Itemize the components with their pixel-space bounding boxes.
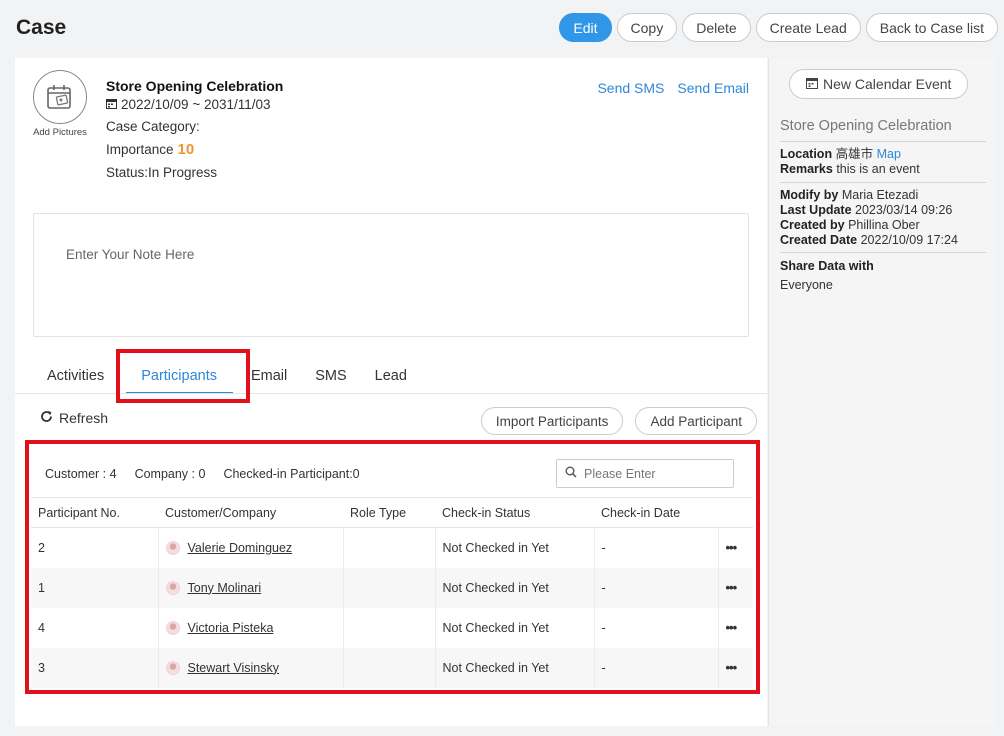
send-email-link[interactable]: Send Email [677, 80, 749, 96]
importance-label: Importance [106, 142, 174, 157]
delete-button[interactable]: Delete [682, 13, 751, 42]
importance: Importance 10 [106, 141, 283, 158]
edit-button[interactable]: Edit [559, 13, 612, 42]
created-date-value: 2022/10/09 17:24 [860, 233, 958, 247]
map-link[interactable]: Map [877, 147, 901, 161]
new-calendar-event-label: New Calendar Event [823, 76, 952, 92]
created-by-value: Phillina Ober [848, 218, 920, 232]
share-label: Share Data with [780, 259, 874, 273]
page-title: Case [16, 16, 67, 39]
add-pictures[interactable]: Add Pictures [33, 70, 87, 139]
record-meta: Modify by Maria Etezadi Last Update 2023… [780, 188, 958, 248]
refresh-label: Refresh [59, 410, 109, 426]
modify-value: Maria Etezadi [841, 188, 919, 202]
location-value: 高雄市 [835, 147, 874, 161]
calendar-icon [806, 76, 818, 92]
share-value: Everyone [780, 278, 833, 292]
case-category: Case Category: [106, 119, 200, 134]
back-to-list-button[interactable]: Back to Case list [865, 13, 998, 42]
copy-button[interactable]: Copy [616, 13, 678, 42]
calendar-photo-icon [33, 70, 87, 124]
refresh-button[interactable]: Refresh [40, 410, 108, 426]
calendar-icon [106, 97, 117, 112]
refresh-icon [40, 410, 53, 426]
modify-label: Modify by [780, 188, 839, 202]
top-actions: Edit Copy Delete Create Lead Back to Cas… [559, 13, 998, 42]
remarks-label: Remarks [780, 162, 833, 176]
note-input[interactable]: Enter Your Note Here [33, 213, 749, 337]
case-dates: 2022/10/09 ~ 2031/11/03 [121, 97, 271, 112]
add-pictures-label: Add Pictures [33, 127, 87, 138]
created-by-label: Created by [780, 218, 845, 232]
case-sidebar: New Calendar Event Store Opening Celebra… [768, 58, 994, 726]
case-info: Store Opening Celebration 2022/10/09 ~ 2… [106, 78, 283, 187]
location-remarks: Location 高雄市 Map Remarks this is an even… [780, 147, 920, 177]
update-value: 2023/03/14 09:26 [855, 203, 953, 217]
participant-actions: Import Participants Add Participant [480, 407, 757, 435]
new-calendar-event-button[interactable]: New Calendar Event [789, 69, 969, 99]
share-data: Share Data with Everyone [780, 259, 874, 293]
sidebar-case-title: Store Opening Celebration [780, 118, 952, 134]
add-participant-button[interactable]: Add Participant [635, 407, 757, 435]
case-name: Store Opening Celebration [106, 78, 284, 94]
divider [780, 182, 986, 183]
update-label: Last Update [780, 203, 852, 217]
create-lead-button[interactable]: Create Lead [755, 13, 861, 42]
table-highlight-box [25, 440, 760, 694]
created-date-label: Created Date [780, 233, 858, 247]
tab-activities[interactable]: Activities [33, 354, 118, 394]
tab-lead[interactable]: Lead [361, 354, 421, 394]
tab-highlight-box [116, 349, 250, 403]
divider [780, 141, 986, 142]
send-sms-link[interactable]: Send SMS [597, 80, 664, 96]
divider [780, 252, 986, 253]
case-main-card: Add Pictures Store Opening Celebration 2… [15, 58, 767, 726]
case-status: Status:In Progress [106, 165, 218, 180]
tab-sms[interactable]: SMS [301, 354, 360, 394]
remarks-value: this is an event [836, 162, 920, 176]
importance-value: 10 [177, 141, 195, 158]
import-participants-button[interactable]: Import Participants [480, 407, 624, 435]
send-links: Send SMS Send Email [597, 80, 749, 96]
location-label: Location [780, 147, 833, 161]
